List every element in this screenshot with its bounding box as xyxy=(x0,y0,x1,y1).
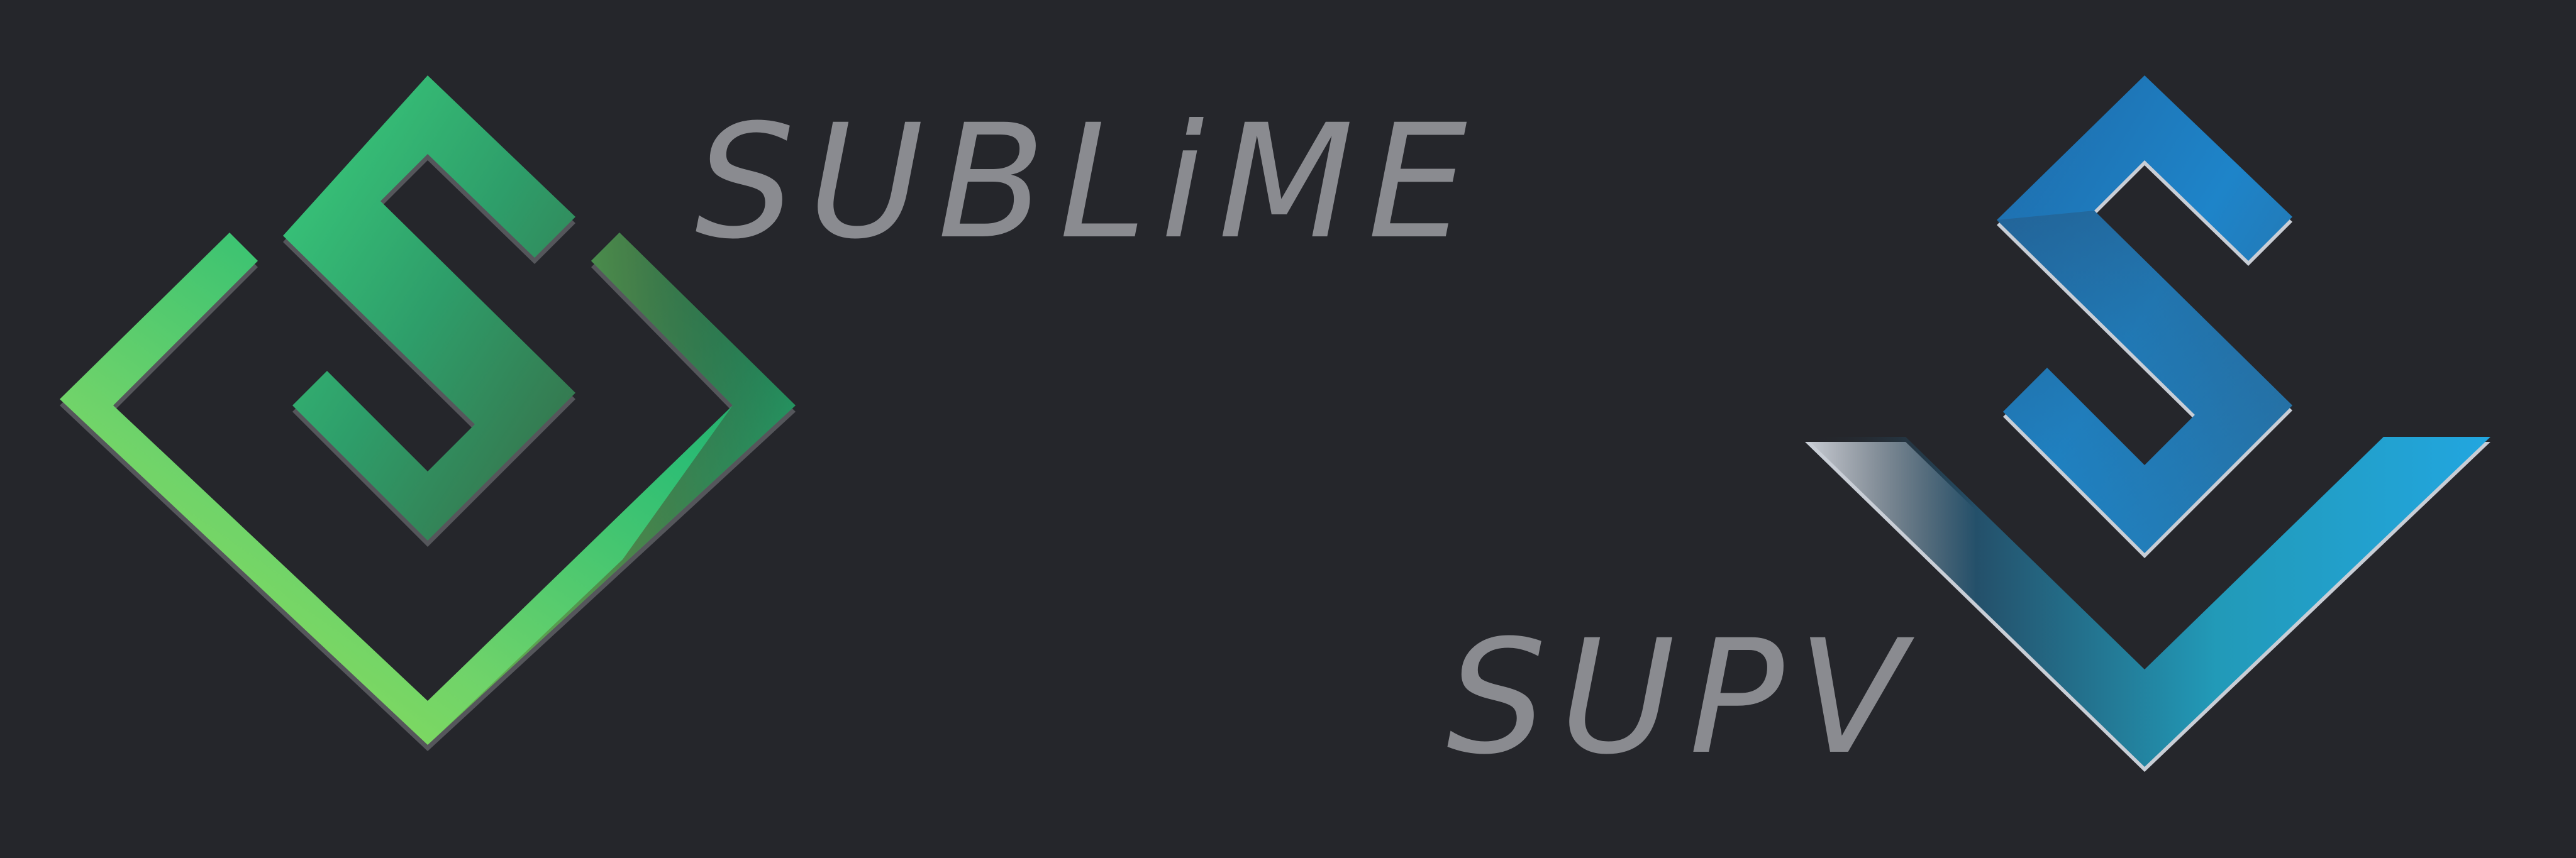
sublime-square-s-icon xyxy=(60,75,796,751)
supv-check-s-icon xyxy=(1805,75,2490,772)
sublime-s-shape xyxy=(283,75,575,541)
logo-sheet: SUBLiME SUPV xyxy=(0,0,2576,858)
sublime-wordmark: SUBLiME xyxy=(695,91,1481,273)
